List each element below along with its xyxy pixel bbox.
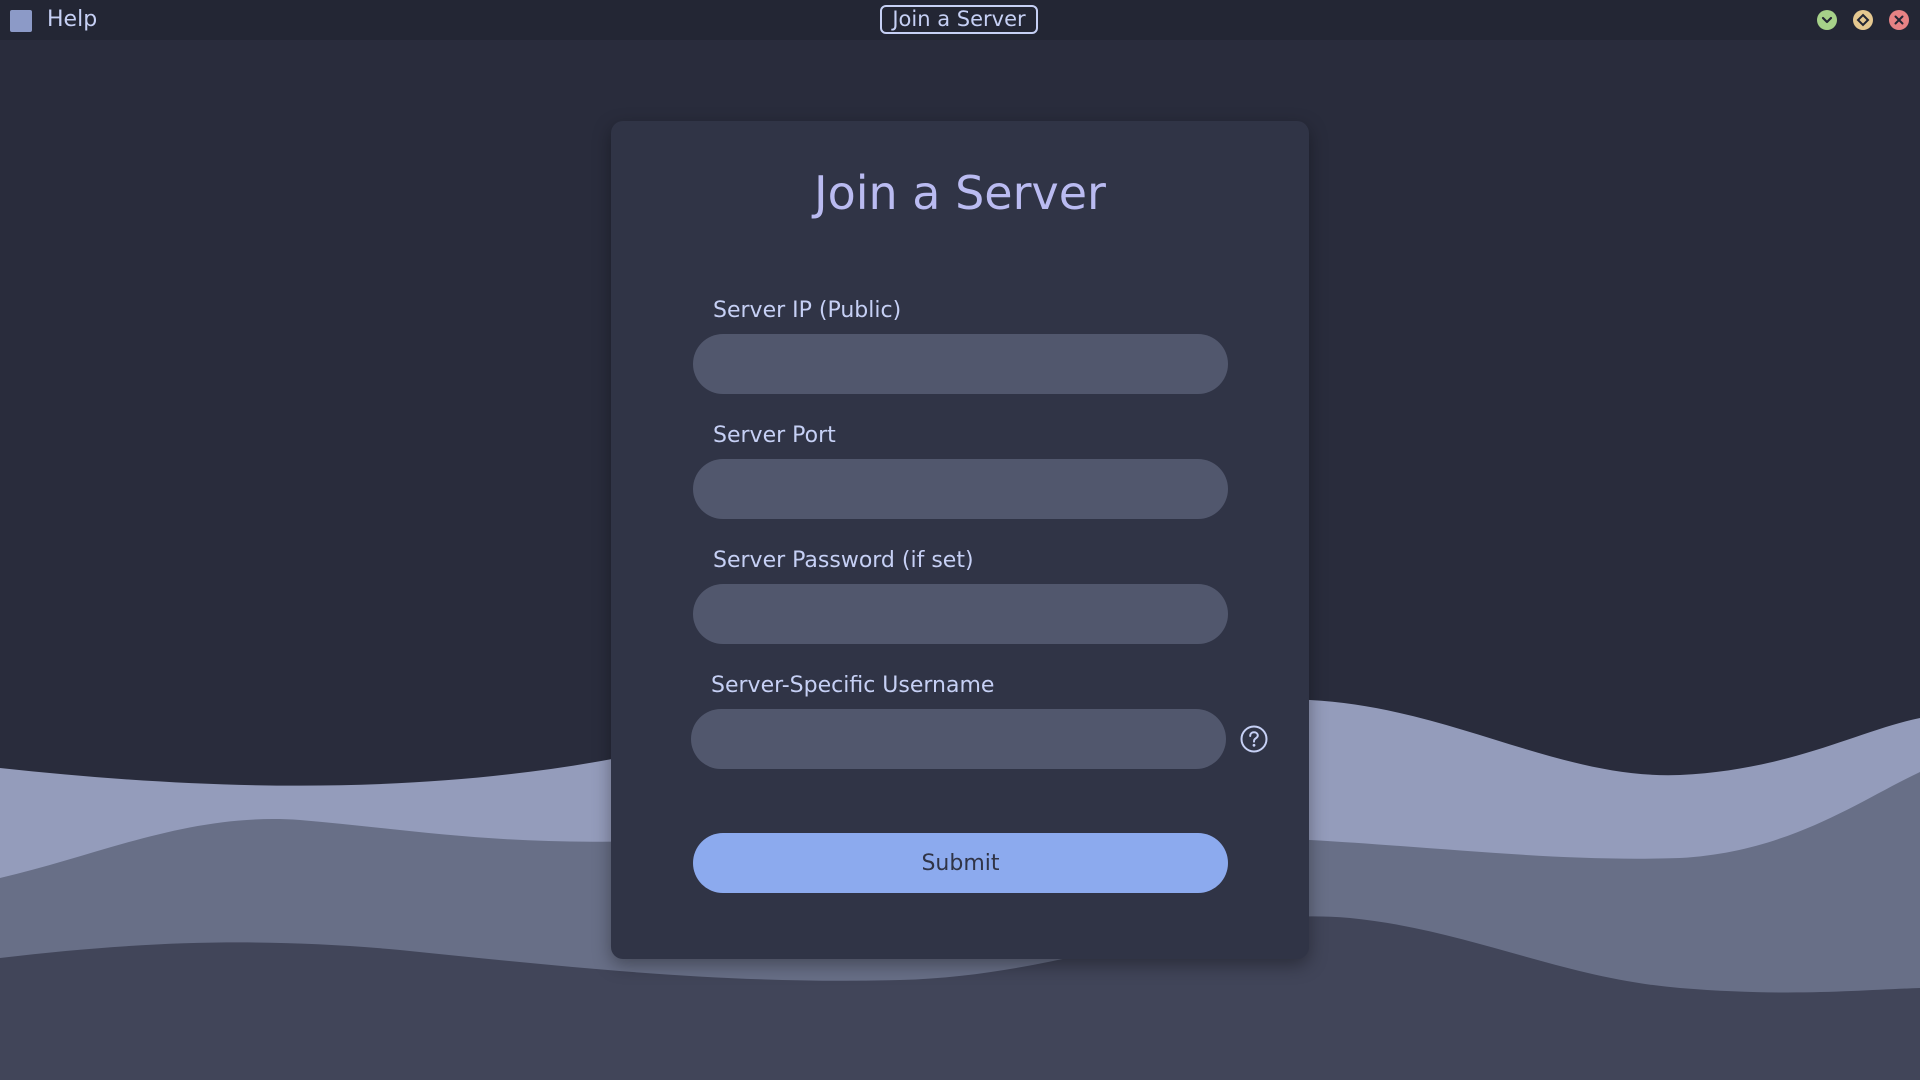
minimize-button[interactable] bbox=[1817, 10, 1837, 30]
chevron-down-icon bbox=[1821, 16, 1833, 24]
question-circle-icon[interactable] bbox=[1239, 724, 1269, 754]
window-title: Join a Server bbox=[880, 5, 1038, 34]
app-square-icon[interactable] bbox=[10, 10, 32, 32]
server-port-input[interactable] bbox=[693, 459, 1228, 519]
page-title: Join a Server bbox=[814, 166, 1106, 220]
server-password-input[interactable] bbox=[693, 584, 1228, 644]
diamond-icon bbox=[1856, 13, 1870, 27]
app-window: Help Join a Server Join a Server Server … bbox=[0, 0, 1920, 1080]
close-button[interactable] bbox=[1889, 10, 1909, 30]
server-password-label: Server Password (if set) bbox=[713, 548, 974, 573]
server-port-label: Server Port bbox=[713, 423, 836, 448]
close-icon bbox=[1894, 15, 1904, 25]
submit-button[interactable]: Submit bbox=[693, 833, 1228, 893]
username-input[interactable] bbox=[691, 709, 1226, 769]
server-ip-label: Server IP (Public) bbox=[713, 298, 902, 323]
menu-help[interactable]: Help bbox=[47, 6, 97, 34]
title-bar: Help Join a Server bbox=[0, 0, 1920, 40]
join-server-card: Join a Server Server IP (Public) Server … bbox=[611, 121, 1309, 959]
username-label: Server-Specific Username bbox=[711, 673, 995, 698]
server-ip-input[interactable] bbox=[693, 334, 1228, 394]
maximize-button[interactable] bbox=[1853, 10, 1873, 30]
